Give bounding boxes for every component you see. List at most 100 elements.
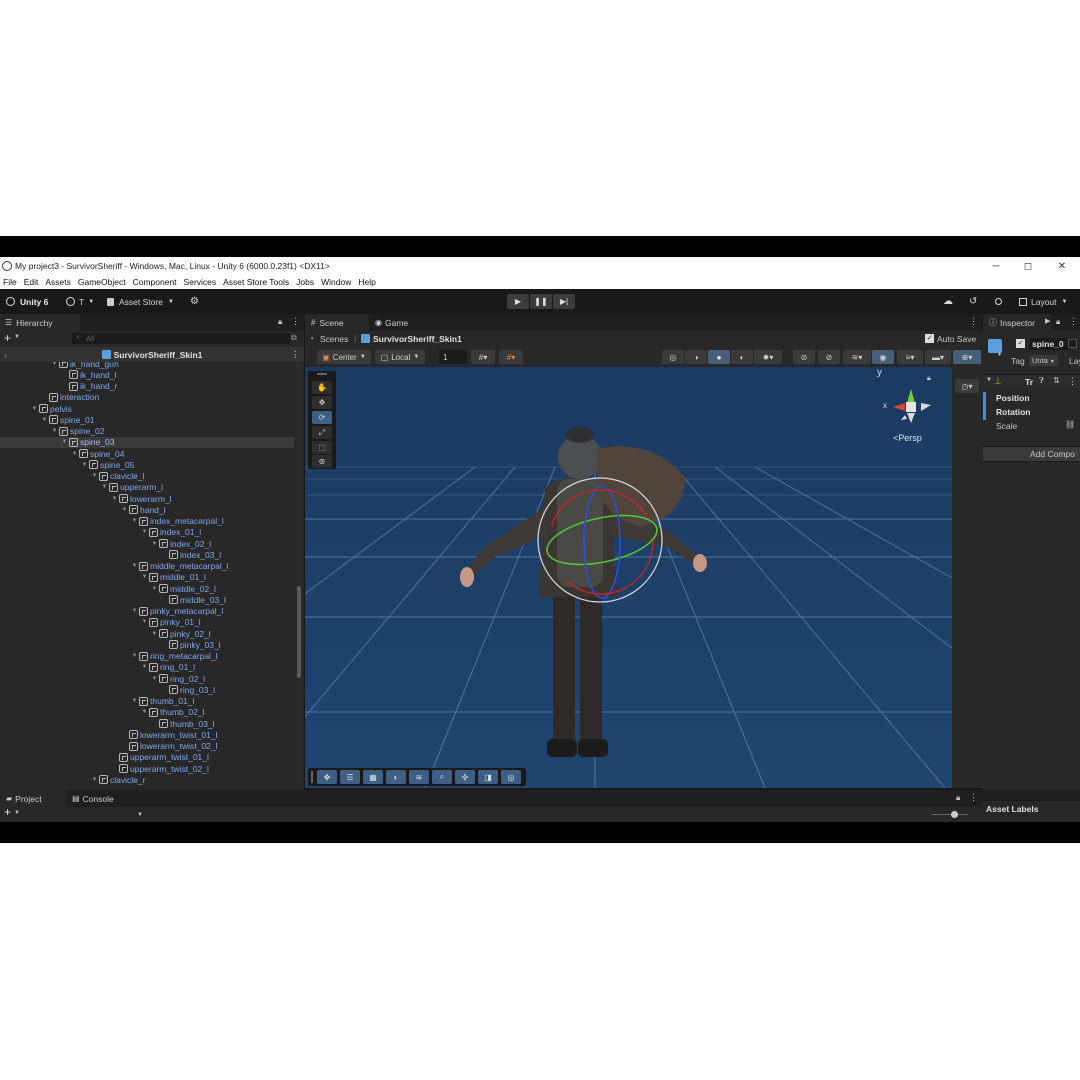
add-icon[interactable]: + xyxy=(4,331,11,345)
hierarchy-row[interactable]: ▼ thumb_02_l xyxy=(0,707,294,718)
bottom-tool-9[interactable]: ◎ xyxy=(501,770,521,784)
effects-dropdown[interactable]: ≋▾ xyxy=(843,350,871,364)
rotate-tool[interactable]: ⟳ xyxy=(312,411,332,424)
menu-help[interactable]: Help xyxy=(358,277,375,287)
menu-jobs[interactable]: Jobs xyxy=(296,277,314,287)
kebab-menu-icon[interactable]: ⋮ xyxy=(291,316,300,327)
minimize-button[interactable]: ─ xyxy=(980,257,1012,275)
tab-scroll-right-icon[interactable]: ▶ xyxy=(1045,317,1050,325)
breadcrumb-prefab[interactable]: SurvivorSheriff_Skin1 xyxy=(373,334,462,344)
hierarchy-row[interactable]: ▼ hand_l xyxy=(0,504,294,515)
kebab-menu-icon[interactable]: ⋮ xyxy=(969,792,978,803)
lock-icon[interactable]: 🔒︎ xyxy=(956,793,960,803)
expand-arrow-icon[interactable]: ▼ xyxy=(100,484,109,490)
maximize-button[interactable]: ◻ xyxy=(1012,257,1044,275)
unity-account-button[interactable]: Unity 6 xyxy=(6,294,48,309)
scene-viewport[interactable]: 🔒︎ y x <Persp xyxy=(305,367,952,788)
hierarchy-scrollbar[interactable] xyxy=(296,364,302,788)
kebab-menu-icon[interactable]: ⋮ xyxy=(1068,376,1077,387)
expand-arrow-icon[interactable]: ▼ xyxy=(130,608,139,614)
pause-button[interactable]: ❚❚ xyxy=(530,294,552,309)
hierarchy-row[interactable]: ik_hand_l xyxy=(0,369,294,380)
account-dropdown[interactable]: T ▼ xyxy=(66,294,94,309)
kebab-menu-icon[interactable]: ⋮ xyxy=(1069,316,1078,327)
hierarchy-row[interactable]: ▼ spine_04 xyxy=(0,448,294,459)
preset-icon[interactable]: ⇅ xyxy=(1053,376,1060,385)
transform-header[interactable]: ▼ ⊥ Tr ❓︎ ⇅ ⋮ xyxy=(983,374,1080,388)
hierarchy-row[interactable]: ▼ clavicle_r xyxy=(0,774,294,785)
menu-window[interactable]: Window xyxy=(321,277,351,287)
hierarchy-row[interactable]: middle_03_l xyxy=(0,594,294,605)
hierarchy-row[interactable]: ▼ index_01_l xyxy=(0,527,294,538)
pivot-rotation-dropdown[interactable]: ▢ Local ▼ xyxy=(375,350,425,364)
scrollbar-thumb[interactable] xyxy=(297,586,301,678)
hierarchy-row[interactable]: lowerarm_twist_02_l xyxy=(0,741,294,752)
hierarchy-row[interactable]: ▼ spine_03 xyxy=(0,436,294,448)
back-arrow-icon[interactable]: ‹ xyxy=(4,350,7,360)
kebab-menu-icon[interactable]: ⋮ xyxy=(291,349,300,360)
auto-save-checkbox[interactable]: ✓ xyxy=(925,334,934,343)
tab-inspector[interactable]: ⓘ Inspector xyxy=(983,314,1051,331)
hierarchy-row[interactable]: ring_03_l xyxy=(0,684,294,695)
expand-arrow-icon[interactable]: ▼ xyxy=(130,563,139,569)
2d-toggle[interactable]: ⊘ xyxy=(793,350,815,364)
hierarchy-row[interactable]: ▼ ring_02_l xyxy=(0,673,294,684)
lock-icon[interactable]: 🔒︎ xyxy=(927,375,931,383)
menu-gameobject[interactable]: GameObject xyxy=(78,277,126,287)
hierarchy-search-input[interactable]: All xyxy=(72,333,290,344)
static-checkbox[interactable] xyxy=(1068,339,1077,348)
bottom-tool-1[interactable]: ✥ xyxy=(317,770,337,784)
history-button[interactable]: ↺ xyxy=(969,294,977,309)
hierarchy-row[interactable]: ▼ index_metacarpal_l xyxy=(0,516,294,527)
link-icon[interactable]: ⛓︎ xyxy=(1065,420,1075,429)
expand-arrow-icon[interactable]: ▼ xyxy=(50,428,59,434)
play-button[interactable]: ▶ xyxy=(507,294,529,309)
expand-arrow-icon[interactable]: ▼ xyxy=(150,586,159,592)
expand-arrow-icon[interactable]: ▼ xyxy=(40,417,49,423)
hierarchy-row[interactable]: ▼ spine_02 xyxy=(0,426,294,437)
expand-arrow-icon[interactable]: ▼ xyxy=(140,709,149,715)
hierarchy-row[interactable]: ▼ spine_05 xyxy=(0,459,294,470)
expand-arrow-icon[interactable]: ▼ xyxy=(60,439,69,445)
tag-dropdown[interactable]: Unta ▼ xyxy=(1029,355,1058,366)
hierarchy-row[interactable]: ▼ pinky_02_l xyxy=(0,628,294,639)
lock-icon[interactable]: 🔒︎ xyxy=(278,317,282,327)
layout-dropdown[interactable]: Layout ▼ xyxy=(1019,294,1067,309)
kebab-menu-icon[interactable]: ⋮ xyxy=(969,316,978,327)
menu-edit[interactable]: Edit xyxy=(24,277,39,287)
shading-wireframe-button[interactable]: ◎ xyxy=(662,350,684,364)
bottom-tool-8[interactable]: ◨ xyxy=(478,770,498,784)
hierarchy-row[interactable]: ▼ spine_01 xyxy=(0,414,294,425)
bottom-tool-5[interactable]: ≋ xyxy=(409,770,429,784)
visibility-toggle[interactable]: ◉ xyxy=(872,350,894,364)
bottom-tool-7[interactable]: ✣ xyxy=(455,770,475,784)
hierarchy-row[interactable]: ▼ clavicle_l xyxy=(0,471,294,482)
expand-arrow-icon[interactable]: ▼ xyxy=(130,518,139,524)
hierarchy-row[interactable]: upperarm_twist_02_l xyxy=(0,763,294,774)
transform-tool[interactable]: ⊛ xyxy=(312,455,332,468)
tab-console[interactable]: ▤ Console xyxy=(70,790,130,807)
expand-arrow-icon[interactable]: ▼ xyxy=(130,653,139,659)
bottom-tool-3[interactable]: ▦ xyxy=(363,770,383,784)
rect-tool[interactable]: ⬚ xyxy=(312,441,332,454)
help-icon[interactable]: ❓︎ xyxy=(1039,376,1044,386)
bottom-tool-2[interactable]: ☰ xyxy=(340,770,360,784)
cloud-button[interactable]: ☁ xyxy=(943,294,953,309)
grid-toggle[interactable]: #▾ xyxy=(471,350,495,364)
shading-shaded-button[interactable]: ● xyxy=(708,350,730,364)
scene-render[interactable] xyxy=(305,367,952,788)
hierarchy-row[interactable]: ▼ pelvis xyxy=(0,403,294,414)
hierarchy-row[interactable]: ▼ lowerarm_l xyxy=(0,493,294,504)
draw-mode-dropdown[interactable]: ≡▾ xyxy=(897,350,923,364)
expand-arrow-icon[interactable]: ▼ xyxy=(140,619,149,625)
hierarchy-row[interactable]: ▼ ring_01_l xyxy=(0,662,294,673)
hierarchy-row[interactable]: upperarm_twist_01_l xyxy=(0,752,294,763)
hierarchy-row[interactable]: ▼ pinky_01_l xyxy=(0,617,294,628)
hierarchy-row[interactable]: ▼ thumb_01_l xyxy=(0,696,294,707)
camera-dropdown[interactable]: ▬▾ xyxy=(925,350,951,364)
hierarchy-row[interactable]: ▼ middle_01_l xyxy=(0,572,294,583)
hierarchy-row[interactable]: index_03_l xyxy=(0,549,294,560)
object-name-field[interactable]: spine_0 xyxy=(1029,338,1071,350)
menu-component[interactable]: Component xyxy=(133,277,177,287)
tab-scene[interactable]: # Scene xyxy=(305,314,369,331)
